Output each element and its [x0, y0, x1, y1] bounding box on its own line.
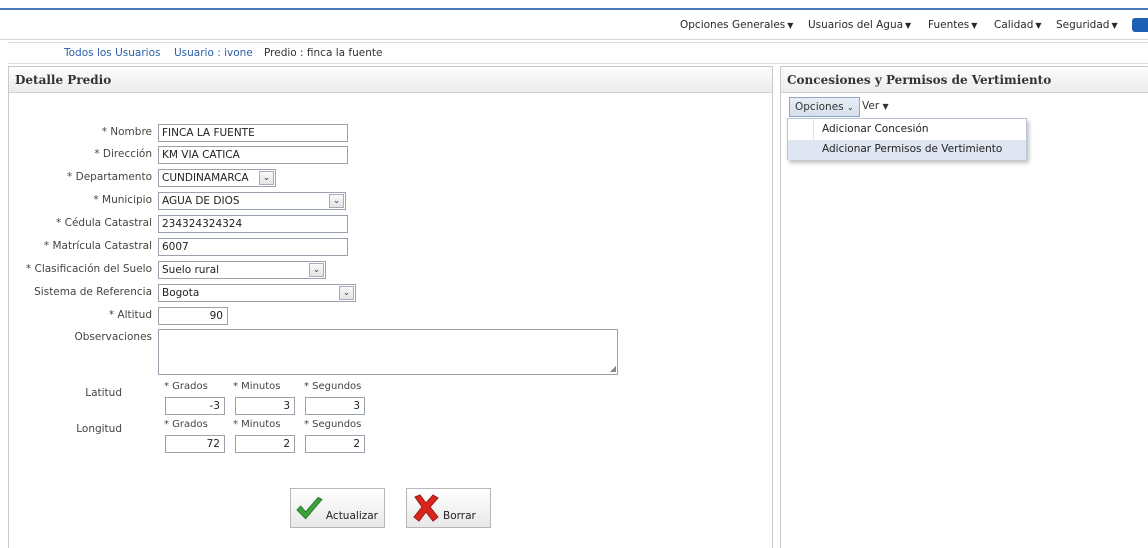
menu-item-add-discharge-permit[interactable]: Adicionar Permisos de Vertimiento [788, 140, 1026, 160]
menu-seguridad[interactable]: Seguridad ▼ [1056, 19, 1118, 31]
altitud-label: * Altitud [108, 309, 152, 321]
delete-button[interactable]: Borrar [406, 488, 491, 528]
municipio-select[interactable]: AGUA DE DIOS ⌄ [158, 192, 346, 210]
cedula-field[interactable]: 234324324324 [158, 215, 348, 233]
lat-minutos-header: * Minutos [233, 381, 281, 392]
checkmark-icon [296, 496, 323, 520]
cedula-label: * Cédula Catastral [56, 217, 152, 229]
chevron-down-icon: ▼ [971, 21, 978, 30]
breadcrumb-predio: Predio : finca la fuente [264, 47, 383, 59]
observaciones-textarea[interactable]: ◢ [158, 329, 618, 375]
detail-panel-title: Detalle Predio [9, 67, 772, 93]
municipio-value: AGUA DE DIOS [162, 195, 240, 207]
delete-button-label: Borrar [443, 510, 476, 522]
cross-icon [413, 494, 439, 522]
breadcrumb-all-users[interactable]: Todos los Usuarios [64, 47, 160, 59]
latitud-grados-field[interactable]: -3 [165, 397, 225, 415]
resize-grip-icon[interactable]: ◢ [610, 364, 616, 373]
menu-fuentes[interactable]: Fuentes ▼ [928, 19, 977, 31]
options-menu-button[interactable]: Opciones ⌄ [789, 97, 860, 117]
menu-usuarios-del-agua[interactable]: Usuarios del Agua ▼ [808, 19, 911, 31]
lat-grados-header: * Grados [164, 381, 208, 392]
sistema-label: Sistema de Referencia [34, 286, 152, 298]
menu-label: Fuentes [928, 19, 970, 31]
latitud-label: Latitud [85, 387, 122, 399]
concessions-panel: Concesiones y Permisos de Vertimiento Op… [780, 66, 1148, 548]
view-menu-button[interactable]: Ver ▼ [857, 97, 894, 117]
municipio-label: * Municipio [93, 194, 152, 206]
latitud-segundos-field[interactable]: 3 [305, 397, 365, 415]
departamento-label: * Departamento [67, 171, 152, 183]
menu-item-add-concession[interactable]: Adicionar Concesión [788, 120, 1026, 140]
menu-calidad[interactable]: Calidad ▼ [994, 19, 1042, 31]
lon-minutos-header: * Minutos [233, 419, 281, 430]
menu-label: Opciones Generales [680, 19, 786, 31]
app-logo-icon [1132, 18, 1148, 32]
breadcrumb: Todos los Usuarios Usuario : ivone Predi… [8, 42, 1148, 64]
detail-panel: Detalle Predio * Nombre FINCA LA FUENTE … [8, 66, 773, 548]
departamento-value: CUNDINAMARCA [162, 172, 249, 184]
options-label: Opciones [795, 101, 844, 113]
chevron-down-icon[interactable]: ⌄ [339, 286, 354, 300]
menu-label: Calidad [994, 19, 1034, 31]
chevron-down-icon[interactable]: ⌄ [259, 171, 274, 185]
chevron-down-icon: ▼ [1035, 21, 1042, 30]
options-dropdown-menu: Adicionar Concesión Adicionar Permisos d… [787, 118, 1027, 160]
nombre-label: * Nombre [101, 126, 152, 138]
lon-grados-header: * Grados [164, 419, 208, 430]
breadcrumb-user[interactable]: Usuario : ivone [174, 47, 253, 59]
view-label: Ver [862, 100, 880, 112]
chevron-down-icon: ▼ [905, 21, 912, 30]
longitud-minutos-field[interactable]: 2 [235, 435, 295, 453]
menu-opciones-generales[interactable]: Opciones Generales ▼ [680, 19, 793, 31]
chevron-down-icon: ▼ [1111, 21, 1118, 30]
concessions-toolbar: Opciones ⌄ Ver ▼ [785, 97, 1145, 117]
chevron-down-icon: ▼ [787, 21, 794, 30]
sistema-select[interactable]: Bogota ⌄ [158, 284, 356, 302]
longitud-segundos-field[interactable]: 2 [305, 435, 365, 453]
direccion-label: * Dirección [94, 148, 152, 160]
matricula-label: * Matrícula Catastral [43, 240, 152, 252]
menu-label: Seguridad [1056, 19, 1110, 31]
longitud-grados-field[interactable]: 72 [165, 435, 225, 453]
departamento-select[interactable]: CUNDINAMARCA ⌄ [158, 169, 276, 187]
chevron-down-icon[interactable]: ⌄ [329, 194, 344, 208]
latitud-minutos-field[interactable]: 3 [235, 397, 295, 415]
matricula-field[interactable]: 6007 [158, 238, 348, 256]
altitud-field[interactable]: 90 [158, 307, 228, 325]
menu-label: Usuarios del Agua [808, 19, 904, 31]
nombre-field[interactable]: FINCA LA FUENTE [158, 124, 348, 142]
chevron-down-icon: ▼ [882, 102, 889, 111]
clasificacion-select[interactable]: Suelo rural ⌄ [158, 261, 326, 279]
clasificacion-label: * Clasificación del Suelo [25, 263, 152, 275]
chevron-down-icon: ⌄ [846, 103, 854, 112]
clasificacion-value: Suelo rural [162, 264, 220, 276]
main-menubar: Opciones Generales ▼ Usuarios del Agua ▼ F… [0, 12, 1148, 40]
lon-segundos-header: * Segundos [304, 419, 362, 430]
top-accent-strip [0, 0, 1148, 10]
longitud-label: Longitud [76, 423, 122, 435]
update-button-label: Actualizar [325, 510, 378, 522]
sistema-value: Bogota [162, 287, 200, 299]
concessions-panel-title: Concesiones y Permisos de Vertimiento [781, 67, 1148, 93]
update-button[interactable]: Actualizar [290, 488, 385, 528]
observaciones-label: Observaciones [74, 331, 152, 343]
chevron-down-icon[interactable]: ⌄ [309, 263, 324, 277]
lat-segundos-header: * Segundos [304, 381, 362, 392]
direccion-field[interactable]: KM VIA CATICA [158, 146, 348, 164]
